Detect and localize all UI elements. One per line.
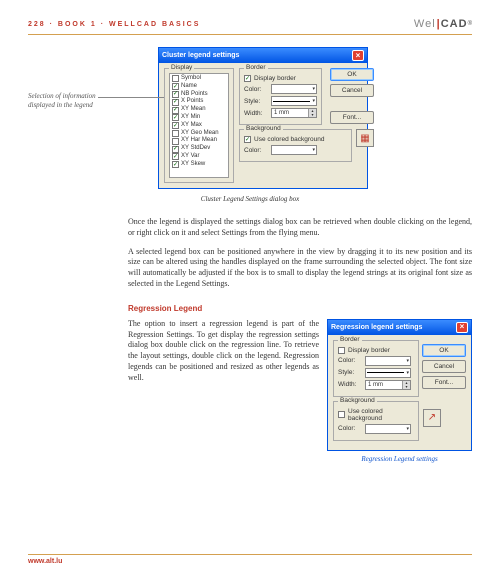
checkbox-icon[interactable] [172, 130, 179, 137]
border-fieldset: Border ✓ Display border Color: ▾ Style: … [239, 68, 322, 125]
checkbox-icon[interactable]: ✓ [172, 146, 179, 153]
checkbox-icon[interactable]: ✓ [244, 75, 251, 82]
style-select[interactable]: ▾ [271, 96, 317, 106]
checkbox-icon[interactable]: ✓ [172, 83, 179, 90]
ok-button[interactable]: OK [330, 68, 374, 81]
list-item[interactable]: XY Geo Mean [170, 130, 228, 138]
width-row: Width: 1 mm▴▾ [244, 108, 317, 118]
border-fieldset-label: Border [244, 64, 268, 71]
dialog1-body: Display Symbol ✓Name ✓NB Points ✓X Point… [159, 63, 367, 188]
brand-logo: Wel|CAD® [414, 18, 472, 30]
list-item[interactable]: ✓X Points [170, 98, 228, 106]
checkbox-icon[interactable] [338, 411, 345, 418]
cancel-button[interactable]: Cancel [330, 84, 374, 97]
page-header: 228 · BOOK 1 · WELLCAD BASICS Wel|CAD® [28, 18, 472, 30]
page-number: 228 [28, 21, 46, 28]
checkbox-icon[interactable]: ✓ [172, 114, 179, 121]
regression-legend-dialog: Regression legend settings × Border Disp… [327, 319, 472, 451]
close-icon[interactable]: × [456, 322, 468, 333]
width-spinner[interactable]: 1 mm▴▾ [271, 108, 317, 118]
checkbox-icon[interactable]: ✓ [244, 136, 251, 143]
checkbox-icon[interactable] [172, 75, 179, 82]
display-fieldset-label: Display [169, 64, 194, 71]
list-item[interactable]: ✓XY Mean [170, 106, 228, 114]
pattern-button-2[interactable]: ↗ [423, 409, 441, 427]
footer-rule [28, 554, 472, 555]
dialog1-caption: Cluster Legend Settings dialog box [28, 195, 472, 203]
display-listbox[interactable]: Symbol ✓Name ✓NB Points ✓X Points ✓XY Me… [169, 73, 229, 178]
regression-legend-heading: Regression Legend [128, 304, 472, 313]
style-row: Style: ▾ [244, 96, 317, 106]
checkbox-icon[interactable]: ✓ [172, 107, 179, 114]
dialog2-caption: Regression Legend settings [327, 455, 472, 463]
background-fieldset: Background ✓ Use colored background Colo… [239, 129, 352, 162]
dialog1-title: Cluster legend settings [162, 52, 239, 59]
bg-color-select[interactable]: ▾ [271, 145, 317, 155]
list-item[interactable]: Symbol [170, 75, 228, 83]
display-border-row-2[interactable]: Display border [338, 347, 414, 354]
checkbox-icon[interactable]: ✓ [172, 153, 179, 160]
use-bg-label: Use colored background [254, 136, 324, 143]
dialog1-titlebar[interactable]: Cluster legend settings × [159, 48, 367, 63]
margin-note-connector [98, 97, 168, 98]
background-fieldset-label: Background [244, 125, 283, 132]
use-bg-row[interactable]: ✓ Use colored background [244, 136, 347, 143]
header-left: 228 · BOOK 1 · WELLCAD BASICS [28, 21, 200, 28]
bg-color-select-2[interactable]: ▾ [365, 424, 411, 434]
dialog2-buttons: OK Cancel Font... [422, 344, 466, 389]
ok-button-2[interactable]: OK [422, 344, 466, 357]
pattern-button[interactable]: ▦ [356, 129, 374, 147]
font-button-2[interactable]: Font... [422, 376, 466, 389]
color-row: Color: ▾ [244, 84, 317, 94]
dialog1-section: Selection of information displayed in th… [28, 47, 472, 189]
bg-color-row: Color: ▾ [244, 145, 347, 155]
chevron-down-icon[interactable]: ▾ [402, 385, 410, 389]
checkbox-icon[interactable]: ✓ [172, 161, 179, 168]
display-border-row[interactable]: ✓ Display border [244, 75, 317, 82]
border-fieldset-2: Border Display border Color: ▾ Style: ▾ [333, 340, 419, 397]
cancel-button-2[interactable]: Cancel [422, 360, 466, 373]
checkbox-icon[interactable] [338, 347, 345, 354]
list-item[interactable]: ✓NB Points [170, 91, 228, 99]
regression-row: The option to insert a regression legend… [128, 319, 472, 463]
style-select-2[interactable]: ▾ [365, 368, 411, 378]
close-icon[interactable]: × [352, 50, 364, 61]
book-label: BOOK 1 [58, 21, 97, 28]
list-item[interactable]: ✓XY Min [170, 114, 228, 122]
display-border-label: Display border [254, 75, 296, 82]
paragraph-1: Once the legend is displayed the setting… [128, 217, 472, 239]
list-item[interactable]: ✓XY StdDev [170, 145, 228, 153]
paragraph-2: A selected legend box can be positioned … [128, 247, 472, 290]
width-spinner-2[interactable]: 1 mm▴▾ [365, 380, 411, 390]
list-item[interactable]: ✓XY Skew [170, 161, 228, 169]
cluster-legend-dialog: Cluster legend settings × Display Symbol… [158, 47, 368, 189]
checkbox-icon[interactable]: ✓ [172, 122, 179, 129]
dialog2-title: Regression legend settings [331, 324, 422, 331]
dialog2-titlebar[interactable]: Regression legend settings × [328, 320, 471, 335]
list-item[interactable]: ✓XY Max [170, 122, 228, 130]
paragraph-3: The option to insert a regression legend… [128, 319, 319, 384]
book-section: WELLCAD BASICS [109, 21, 200, 28]
color-select[interactable]: ▾ [271, 84, 317, 94]
background-fieldset-2: Background Use colored background Color:… [333, 401, 419, 441]
checkbox-icon[interactable]: ✓ [172, 91, 179, 98]
color-select-2[interactable]: ▾ [365, 356, 411, 366]
list-item[interactable]: ✓Name [170, 83, 228, 91]
dialog1-buttons: OK Cancel Font... [330, 68, 374, 125]
dialog1-right-col: Border ✓ Display border Color: ▾ Style: … [239, 68, 374, 183]
checkbox-icon[interactable] [172, 138, 179, 145]
margin-note: Selection of information displayed in th… [28, 92, 98, 110]
checkbox-icon[interactable]: ✓ [172, 99, 179, 106]
use-bg-row-2[interactable]: Use colored background [338, 408, 414, 422]
page-footer: www.alt.lu [28, 554, 472, 565]
header-rule [28, 34, 472, 35]
dialog2-wrap: Regression legend settings × Border Disp… [327, 319, 472, 463]
footer-url: www.alt.lu [28, 558, 472, 565]
list-item[interactable]: XY Har Mean [170, 137, 228, 145]
display-fieldset: Display Symbol ✓Name ✓NB Points ✓X Point… [164, 68, 234, 183]
list-item[interactable]: ✓XY Var [170, 153, 228, 161]
font-button[interactable]: Font... [330, 111, 374, 124]
chevron-down-icon[interactable]: ▾ [308, 113, 316, 117]
